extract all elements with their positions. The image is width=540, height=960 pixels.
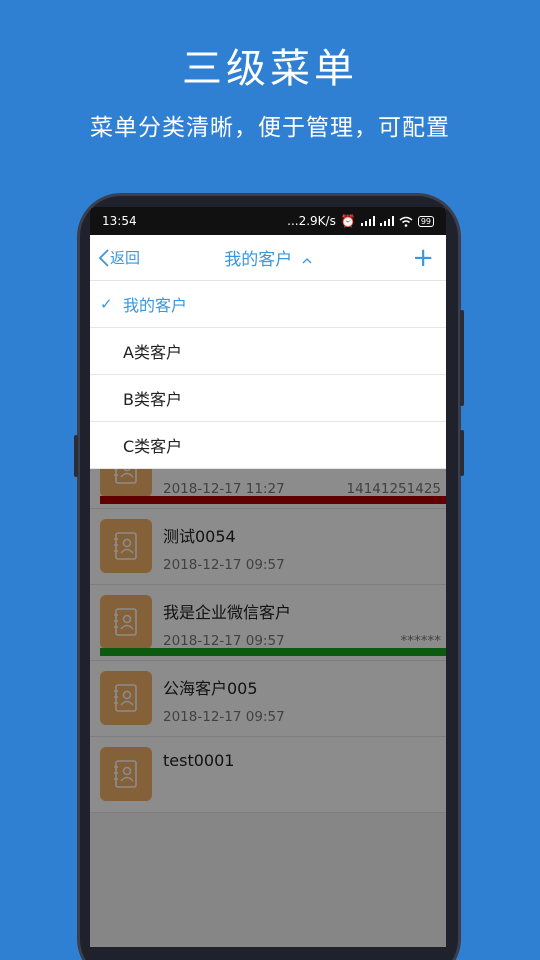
chevron-up-icon [302, 257, 312, 263]
promo-title: 三级菜单 [182, 46, 358, 92]
chevron-left-icon [98, 248, 109, 267]
nav-bar: 返回 我的客户 + [90, 235, 446, 281]
status-time: 13:54 [102, 214, 137, 228]
phone-side-button [74, 435, 78, 477]
back-button[interactable]: 返回 [98, 247, 140, 268]
dropdown-item-label: A类客户 [123, 343, 182, 362]
phone-side-button [460, 430, 464, 476]
category-dropdown: ✓ 我的客户 A类客户 B类客户 C类客户 [90, 281, 446, 469]
add-customer-button[interactable]: + [412, 245, 434, 271]
status-icons: ...2.9K/s ⏰ 99 [287, 214, 434, 228]
promo-subtitle: 菜单分类清晰，便于管理，可配置 [90, 115, 450, 141]
back-label: 返回 [110, 249, 141, 267]
dropdown-item[interactable]: C类客户 [90, 422, 446, 469]
signal-icon [379, 216, 394, 226]
dropdown-item[interactable]: ✓ 我的客户 [90, 281, 446, 328]
alarm-icon: ⏰ [340, 214, 356, 228]
phone-side-button [460, 310, 464, 406]
status-bar: 13:54 ...2.9K/s ⏰ 99 [90, 207, 446, 235]
wifi-icon [399, 216, 413, 227]
check-icon: ✓ [100, 295, 113, 313]
dropdown-item-label: 我的客户 [123, 296, 188, 315]
network-speed: ...2.9K/s [287, 214, 336, 228]
dropdown-item-label: B类客户 [123, 390, 182, 409]
signal-icon [360, 216, 375, 226]
battery-icon: 99 [417, 215, 434, 227]
dropdown-item[interactable]: A类客户 [90, 328, 446, 375]
dropdown-item[interactable]: B类客户 [90, 375, 446, 422]
nav-title-dropdown[interactable]: 我的客户 [90, 245, 446, 270]
phone-screen: 13:54 ...2.9K/s ⏰ 99 返回 我的客户 + 2018-12-1… [90, 207, 446, 947]
dropdown-item-label: C类客户 [123, 437, 183, 456]
page-title: 我的客户 [224, 250, 293, 270]
